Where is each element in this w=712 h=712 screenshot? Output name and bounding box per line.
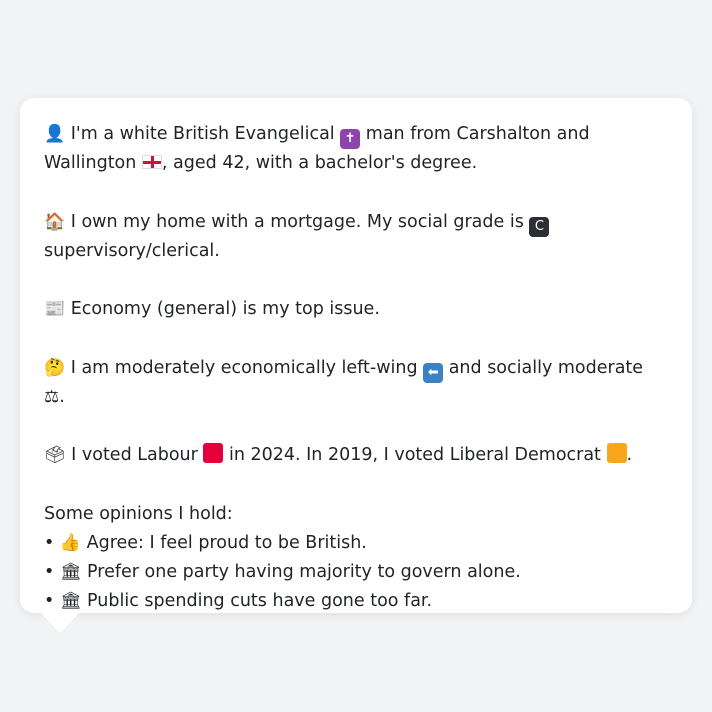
ideology-line: 🤔 I am moderately economically left-wing… (44, 354, 668, 412)
issue-text: Economy (general) is my top issue. (65, 299, 380, 320)
vote-line: 🗳 I voted Labour in 2024. In 2019, I vot… (44, 441, 668, 470)
vote-text-b: in 2024. In 2019, I voted Liberal Democr… (223, 445, 607, 466)
grade-c-icon: C (529, 216, 550, 237)
newspaper-icon: 📰 (44, 299, 66, 320)
classical-building-icon: 🏛 (59, 591, 82, 612)
list-item: 🏛 Public spending cuts have gone too far… (44, 587, 668, 616)
opinions-heading: Some opinions I hold: (44, 503, 233, 524)
libdem-orange-square-icon (606, 443, 627, 464)
identity-text-c: , aged 42, with a bachelor's degree. (161, 153, 478, 174)
ideology-text-b: and socially moderate (443, 357, 644, 378)
identity-line: 👤 I'm a white British Evangelical ✝ man … (44, 120, 668, 178)
list-item: 🏛 Prefer one party having majority to go… (44, 558, 668, 587)
ideology-text-c: . (59, 386, 65, 407)
vote-text-a: I voted Labour (65, 445, 204, 466)
ballot-box-icon: 🗳 (44, 445, 66, 466)
identity-text-a: I'm a white British Evangelical (65, 124, 341, 144)
vote-text-c: . (626, 445, 633, 466)
opinions-list: 👍 Agree: I feel proud to be British. 🏛 P… (44, 529, 668, 617)
classical-building-icon: 🏛 (59, 561, 82, 582)
opinion-text: Public spending cuts have gone too far. (81, 591, 433, 612)
bubble-tail (40, 612, 80, 633)
thinking-face-icon: 🤔 (44, 357, 66, 378)
house-icon: 🏠 (44, 211, 66, 232)
thumbs-up-icon: 👍 (59, 532, 82, 553)
balance-scale-icon: ⚖ (44, 386, 60, 407)
person-silhouette-icon: 👤 (44, 124, 66, 144)
list-item: 👍 Agree: I feel proud to be British. (44, 529, 668, 558)
ideology-text-a: I am moderately economically left-wing (65, 357, 424, 378)
housing-text-a: I own my home with a mortgage. My social… (65, 211, 530, 232)
opinion-text: Agree: I feel proud to be British. (81, 532, 367, 553)
housing-line: 🏠 I own my home with a mortgage. My soci… (44, 208, 668, 266)
persona-message-bubble: 👤 I'm a white British Evangelical ✝ man … (20, 98, 692, 613)
housing-text-b: supervisory/clerical. (44, 240, 220, 261)
opinion-text: Prefer one party having majority to gove… (81, 561, 521, 582)
left-arrow-icon: ⬅ (423, 362, 444, 383)
labour-red-square-icon (203, 443, 224, 464)
latin-cross-icon: ✝ (340, 129, 361, 149)
issue-line: 📰 Economy (general) is my top issue. (44, 295, 668, 324)
england-flag-icon (141, 155, 162, 170)
